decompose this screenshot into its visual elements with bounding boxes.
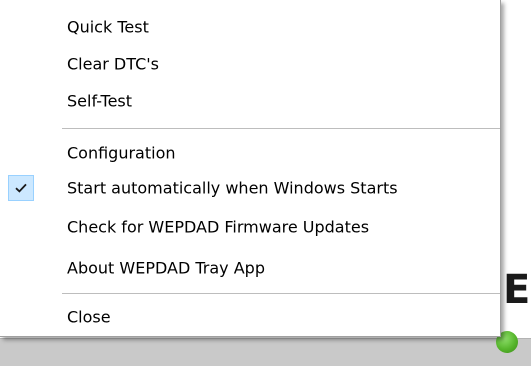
menu-item-about[interactable]: About WEPDAD Tray App [0, 252, 500, 284]
checkmark-icon [8, 175, 34, 201]
menu-item-start-automatically[interactable]: Start automatically when Windows Starts [0, 172, 500, 204]
menu-item-label: Quick Test [67, 17, 149, 37]
menu-item-label: Self-Test [67, 91, 133, 111]
menu-item-clear-dtcs[interactable]: Clear DTC's [0, 48, 500, 80]
background-window-text: E [503, 267, 531, 313]
menu-item-self-test[interactable]: Self-Test [0, 85, 500, 117]
menu-item-close[interactable]: Close [0, 301, 500, 333]
tray-context-menu: Quick Test Clear DTC's Self-Test Configu… [0, 0, 501, 337]
menu-item-check-firmware-updates[interactable]: Check for WEPDAD Firmware Updates [0, 211, 500, 243]
menu-item-quick-test[interactable]: Quick Test [0, 11, 500, 43]
menu-separator [62, 293, 500, 294]
menu-item-label: Check for WEPDAD Firmware Updates [67, 217, 370, 237]
menu-item-configuration[interactable]: Configuration [0, 137, 500, 169]
menu-item-label: Configuration [67, 143, 176, 163]
taskbar-background [0, 338, 531, 366]
menu-item-label: Clear DTC's [67, 54, 159, 74]
menu-item-label: Close [67, 307, 111, 327]
menu-item-label: About WEPDAD Tray App [67, 258, 265, 278]
menu-item-label: Start automatically when Windows Starts [67, 178, 398, 198]
menu-separator [62, 128, 500, 129]
